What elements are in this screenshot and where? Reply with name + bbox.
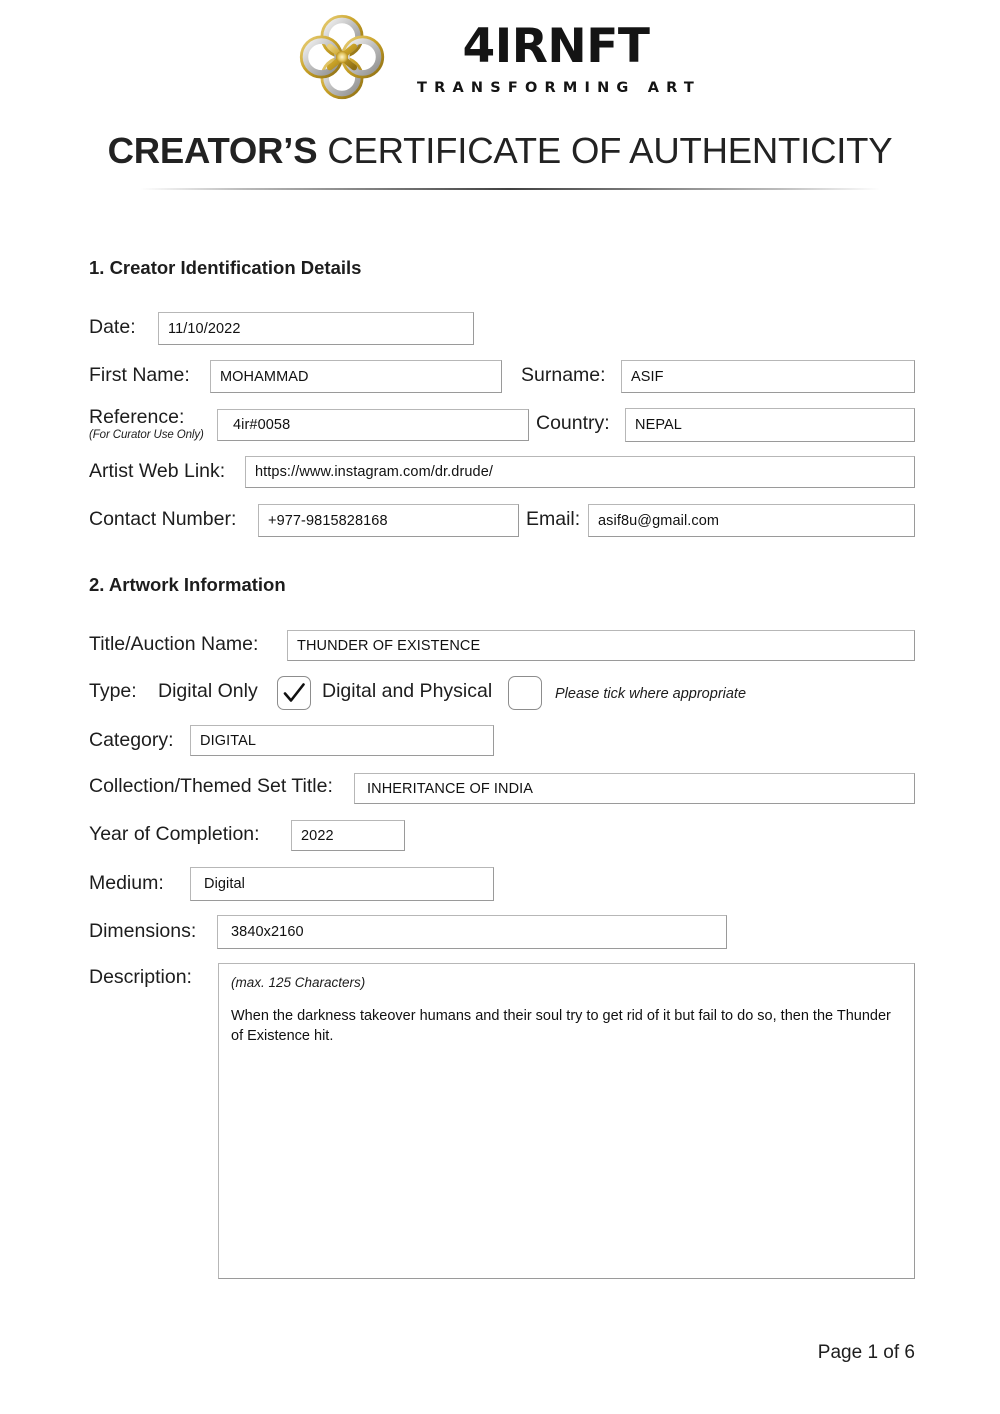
page-title: CREATOR’S CERTIFICATE OF AUTHENTICITY	[0, 130, 1000, 171]
page-title-rest: CERTIFICATE OF AUTHENTICITY	[327, 130, 893, 171]
checkmark-icon	[283, 683, 305, 702]
first-name-field[interactable]: MOHAMMAD	[210, 360, 502, 393]
surname-field[interactable]: ASIF	[621, 360, 915, 393]
category-field[interactable]: DIGITAL	[190, 725, 494, 756]
collection-value: INHERITANCE OF INDIA	[367, 780, 534, 797]
country-field[interactable]: NEPAL	[625, 408, 915, 442]
title-auction-field[interactable]: THUNDER OF EXISTENCE	[287, 630, 915, 661]
reference-label: Reference: (For Curator Use Only)	[89, 406, 204, 443]
country-label: Country:	[536, 412, 610, 434]
artist-web-link-label: Artist Web Link:	[89, 460, 226, 482]
title-auction-label: Title/Auction Name:	[89, 633, 259, 655]
reference-value: 4ir#0058	[233, 417, 291, 433]
type-hint: Please tick where appropriate	[555, 686, 747, 702]
type-label: Type:	[89, 680, 137, 702]
brand-tagline: TRANSFORMING ART	[417, 79, 701, 96]
brand-name: 4IRNFT	[462, 18, 650, 74]
title-auction-value: THUNDER OF EXISTENCE	[297, 637, 481, 654]
page-footer: Page 1 of 6	[817, 1342, 915, 1363]
date-field[interactable]: 11/10/2022	[158, 312, 474, 345]
email-label: Email:	[526, 508, 581, 530]
artist-web-link-value: https://www.instagram.com/dr.drude/	[255, 464, 494, 480]
first-name-value: MOHAMMAD	[220, 368, 309, 385]
year-value: 2022	[301, 827, 334, 844]
date-value: 11/10/2022	[168, 320, 241, 337]
contact-number-field[interactable]: +977-9815828168	[258, 504, 519, 537]
date-label: Date:	[89, 316, 136, 338]
checkbox-digital-and-physical[interactable]	[508, 676, 542, 710]
medium-label: Medium:	[89, 872, 164, 894]
category-label: Category:	[89, 729, 174, 751]
type-option-digital-only-label: Digital Only	[158, 680, 258, 702]
collection-field[interactable]: INHERITANCE OF INDIA	[354, 773, 915, 804]
email-value: asif8u@gmail.com	[598, 512, 720, 529]
medium-field[interactable]: Digital	[190, 867, 494, 901]
checkbox-digital-only[interactable]	[277, 676, 311, 710]
brand-logo: 4IRNFT TRANSFORMING ART	[0, 14, 1000, 100]
page-title-strong: CREATOR’S	[107, 130, 318, 171]
surname-value: ASIF	[631, 368, 664, 385]
section-2-heading: 2. Artwork Information	[89, 574, 286, 595]
quatrefoil-knot-logo-icon	[299, 14, 385, 100]
dimensions-label: Dimensions:	[89, 920, 197, 942]
description-label: Description:	[89, 966, 192, 988]
collection-label: Collection/Themed Set Title:	[89, 775, 333, 797]
contact-number-label: Contact Number:	[89, 508, 237, 530]
artist-web-link-field[interactable]: https://www.instagram.com/dr.drude/	[245, 456, 915, 488]
title-divider	[140, 188, 880, 190]
brand-wordmark: 4IRNFT TRANSFORMING ART	[411, 19, 701, 96]
description-value: When the darkness takeover humans and th…	[231, 1008, 891, 1044]
type-option-digital-physical-label: Digital and Physical	[322, 680, 493, 702]
dimensions-field[interactable]: 3840x2160	[217, 915, 727, 949]
reference-field[interactable]: 4ir#0058	[217, 409, 529, 441]
contact-number-value: +977-9815828168	[268, 512, 388, 529]
description-field[interactable]: (max. 125 Characters) When the darkness …	[218, 963, 915, 1279]
category-value: DIGITAL	[200, 732, 257, 749]
reference-label-sub: (For Curator Use Only)	[89, 429, 204, 442]
country-value: NEPAL	[635, 417, 682, 433]
surname-label: Surname:	[521, 364, 606, 386]
dimensions-value: 3840x2160	[231, 924, 304, 940]
reference-label-main: Reference:	[89, 406, 185, 428]
year-label: Year of Completion:	[89, 823, 260, 845]
first-name-label: First Name:	[89, 364, 190, 386]
section-1-heading: 1. Creator Identification Details	[89, 257, 362, 278]
description-max-note: (max. 125 Characters)	[231, 975, 366, 990]
email-field[interactable]: asif8u@gmail.com	[588, 504, 915, 537]
year-field[interactable]: 2022	[291, 820, 405, 851]
medium-value: Digital	[204, 876, 245, 892]
